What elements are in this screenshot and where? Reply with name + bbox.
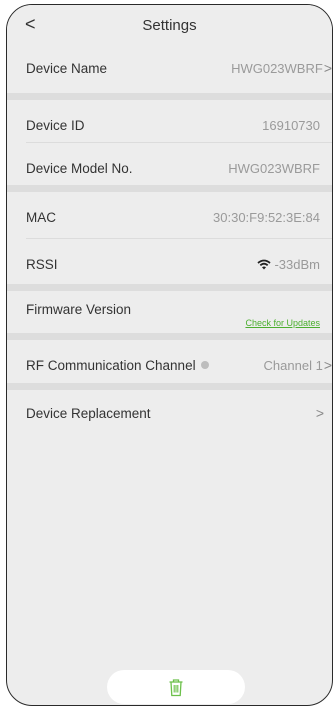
header: < Settings [7,5,332,43]
device-model-label: Device Model No. [26,160,133,176]
page-title: Settings [142,17,197,34]
check-for-updates-link[interactable]: Check for Updates [245,318,320,328]
rf-channel-label-group: RF Communication Channel [26,358,209,373]
section-divider [7,333,332,340]
device-id-value: 16910730 [262,117,320,133]
device-name-label: Device Name [26,60,108,76]
chevron-right-icon: > [323,60,332,76]
mac-value: 30:30:F9:52:3E:84 [213,209,320,225]
rssi-value: -33dBm [274,256,320,272]
device-name-value: HWG023WBRF> [231,60,332,76]
rssi-value-group: -33dBm [257,257,320,272]
mac-row: MAC 30:30:F9:52:3E:84 [7,192,332,242]
rf-channel-label: RF Communication Channel [26,357,196,373]
firmware-label: Firmware Version [26,302,132,317]
mac-label: MAC [26,209,56,225]
info-icon[interactable] [200,360,209,369]
phone-frame: < Settings Device Name HWG023WBRF> Devic… [6,4,333,706]
rssi-row: RSSI -33dBm [7,239,332,289]
section-divider [7,185,332,192]
device-replacement-row[interactable]: Device Replacement > [7,388,332,438]
device-model-value: HWG023WBRF [228,160,320,176]
wifi-icon [257,259,272,269]
chevron-right-icon: > [323,357,332,373]
device-id-label: Device ID [26,117,85,133]
trash-icon [169,678,183,696]
rssi-label: RSSI [26,256,58,272]
chevron-right-icon: > [315,405,324,421]
device-name-row[interactable]: Device Name HWG023WBRF> [7,43,332,93]
section-divider [7,93,332,100]
rf-channel-value: Channel 1> [263,357,332,373]
delete-device-button[interactable] [107,670,245,704]
device-replacement-label: Device Replacement [26,405,151,421]
